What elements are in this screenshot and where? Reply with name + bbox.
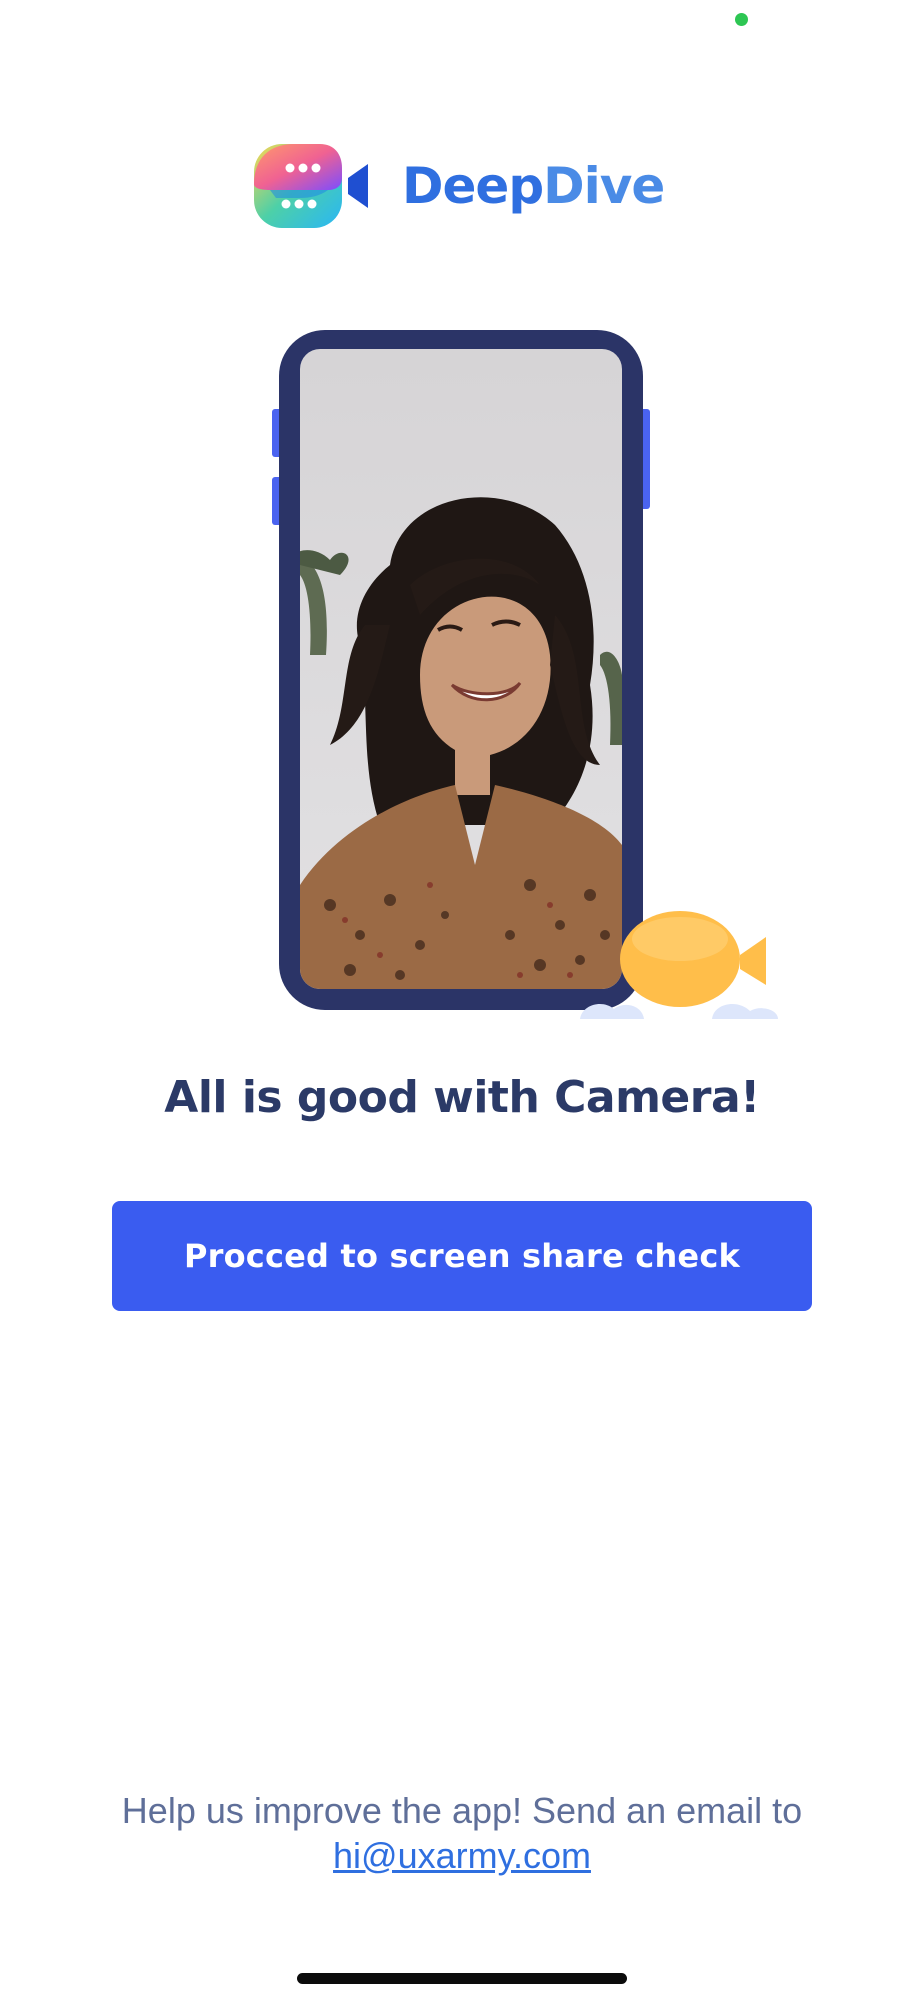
feedback-text: Help us improve the app! Send an email t…	[121, 1790, 803, 1831]
camera-status-headline: All is good with Camera!	[164, 1072, 760, 1123]
brand-name-part2: Dive	[543, 157, 665, 215]
home-indicator[interactable]	[297, 1973, 627, 1984]
video-camera-icon	[620, 911, 766, 1007]
brand-name: DeepDive	[402, 157, 665, 215]
phone-illustration	[270, 325, 810, 1045]
video-chat-logo-icon	[254, 144, 368, 228]
feedback-email-link[interactable]: hi@uxarmy.com	[333, 1835, 591, 1876]
status-indicator-dot	[735, 13, 748, 26]
brand-name-part1: Deep	[402, 157, 544, 215]
camera-check-screen: DeepDive All is good with Camera! Procce…	[0, 0, 924, 2000]
brand-header: DeepDive	[250, 138, 665, 234]
smiling-woman-photo	[300, 349, 622, 989]
proceed-screen-share-button[interactable]: Procced to screen share check	[112, 1201, 812, 1311]
feedback-footer: Help us improve the app! Send an email t…	[0, 1788, 924, 1878]
